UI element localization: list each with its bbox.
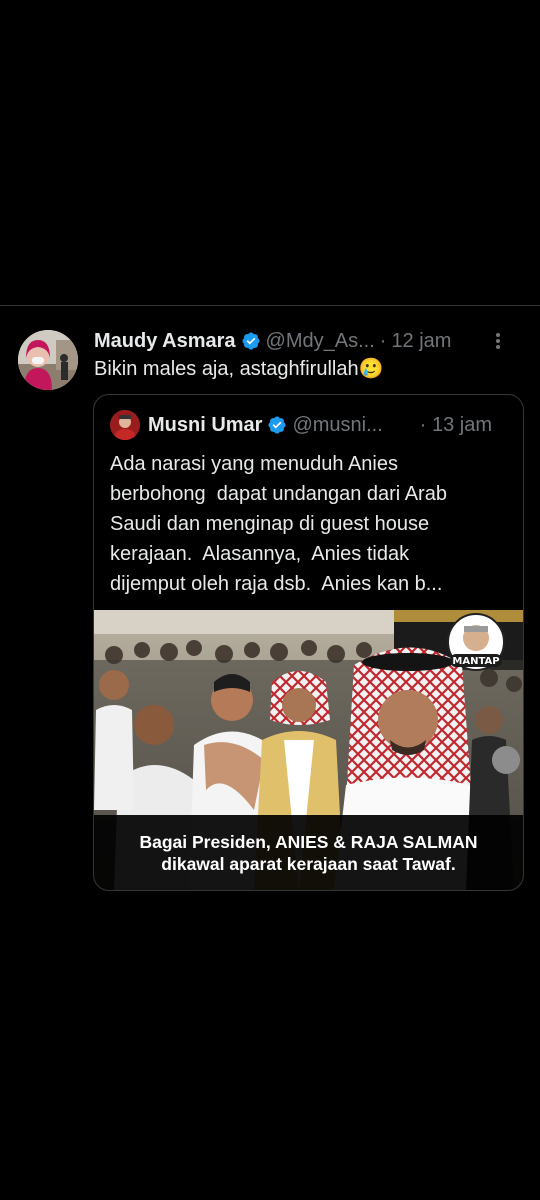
tweet-body: Bikin males aja, astaghfirullah xyxy=(94,358,359,380)
quoted-text-line: Saudi dan menginap di guest house xyxy=(110,513,430,535)
verified-badge-icon xyxy=(267,415,287,435)
dot-separator: · xyxy=(379,329,387,352)
quoted-author-handle[interactable]: @musni... xyxy=(292,414,382,437)
quoted-tweet[interactable]: Musni Umar @musni... · 13 jam Ada narasi… xyxy=(93,394,524,891)
quoted-author-avatar[interactable] xyxy=(110,410,140,440)
tweet-header: Maudy Asmara @Mdy_As... · 12 jam xyxy=(94,326,524,356)
tweet-text: Bikin males aja, astaghfirullah🥲 xyxy=(94,357,384,381)
caption-line: Bagai Presiden, ANIES & RAJA SALMAN xyxy=(139,831,478,852)
quoted-tweet-image[interactable]: MANTAP Bagai Presiden, ANIES & RAJA SALM… xyxy=(94,610,523,890)
more-options-icon[interactable] xyxy=(488,326,508,356)
author-handle[interactable]: @Mdy_As... xyxy=(266,330,375,353)
author-name[interactable]: Maudy Asmara xyxy=(94,330,236,353)
quoted-text-line: dijemput oleh raja dsb. Anies kan b... xyxy=(110,573,443,595)
quoted-text-line: berbohong dapat undangan dari Arab xyxy=(110,483,447,505)
emoji: 🥲 xyxy=(358,358,384,380)
tweet-time[interactable]: 12 jam xyxy=(391,330,451,353)
quoted-text-line: kerajaan. Alasannya, Anies tidak xyxy=(110,543,410,565)
image-caption: Bagai Presiden, ANIES & RAJA SALMAN dika… xyxy=(94,815,523,890)
mantap-badge: MANTAP xyxy=(452,656,499,667)
quoted-tweet-time[interactable]: · 13 jam xyxy=(420,414,492,437)
top-divider xyxy=(0,305,540,306)
dot-separator: · xyxy=(419,413,427,436)
quoted-tweet-text: Ada narasi yang menuduh Anies berbohong d… xyxy=(110,449,510,599)
quoted-time-label: 13 jam xyxy=(431,413,492,436)
author-avatar[interactable] xyxy=(18,330,78,390)
caption-line: dikawal aparat kerajaan saat Tawaf. xyxy=(161,853,456,874)
quoted-author-name[interactable]: Musni Umar xyxy=(148,414,262,437)
verified-badge-icon xyxy=(241,331,261,351)
quoted-tweet-header: Musni Umar @musni... · 13 jam xyxy=(110,409,510,441)
quoted-text-line: Ada narasi yang menuduh Anies xyxy=(110,453,398,475)
